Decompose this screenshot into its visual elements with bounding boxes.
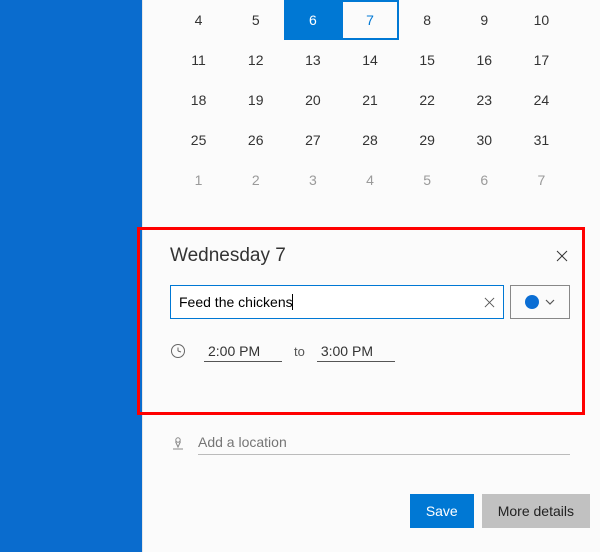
calendar-day[interactable]: 19 bbox=[227, 80, 284, 120]
calendar-day[interactable]: 7 bbox=[341, 0, 398, 40]
calendar-day[interactable]: 4 bbox=[341, 160, 398, 200]
calendar-day[interactable]: 27 bbox=[284, 120, 341, 160]
calendar-day[interactable]: 29 bbox=[399, 120, 456, 160]
calendar-day[interactable]: 2 bbox=[227, 160, 284, 200]
save-button[interactable]: Save bbox=[410, 494, 474, 528]
calendar-day[interactable]: 17 bbox=[513, 40, 570, 80]
event-title-input-wrap[interactable]: Feed the chickens bbox=[170, 285, 504, 319]
calendar-row: 11121314151617 bbox=[170, 40, 570, 80]
calendar-day[interactable]: 14 bbox=[341, 40, 398, 80]
calendar-day[interactable]: 6 bbox=[284, 0, 341, 40]
desktop-background bbox=[0, 0, 142, 552]
clock-icon bbox=[170, 343, 198, 359]
location-icon bbox=[170, 435, 198, 451]
color-swatch-icon bbox=[525, 295, 539, 309]
calendar-day[interactable]: 13 bbox=[284, 40, 341, 80]
calendar-day[interactable]: 31 bbox=[513, 120, 570, 160]
location-input[interactable] bbox=[198, 430, 570, 455]
calendar-row: 45678910 bbox=[170, 0, 570, 40]
event-time-row: 2:00 PM to 3:00 PM bbox=[170, 335, 570, 367]
calendar-row: 25262728293031 bbox=[170, 120, 570, 160]
action-button-row: Save More details bbox=[410, 494, 590, 528]
calendar-day[interactable]: 5 bbox=[227, 0, 284, 40]
text-caret bbox=[292, 294, 293, 310]
chevron-down-icon bbox=[545, 299, 555, 305]
calendar-day[interactable]: 9 bbox=[456, 0, 513, 40]
calendar-day[interactable]: 18 bbox=[170, 80, 227, 120]
calendar-day[interactable]: 20 bbox=[284, 80, 341, 120]
more-details-button[interactable]: More details bbox=[482, 494, 590, 528]
calendar-day[interactable]: 21 bbox=[341, 80, 398, 120]
event-date-label: Wednesday 7 bbox=[170, 245, 286, 267]
calendar-day[interactable]: 5 bbox=[399, 160, 456, 200]
event-title-row: Feed the chickens bbox=[170, 285, 570, 319]
calendar-row: 1234567 bbox=[170, 160, 570, 200]
calendar-day[interactable]: 28 bbox=[341, 120, 398, 160]
time-to-label: to bbox=[294, 344, 305, 359]
calendar-day[interactable]: 7 bbox=[513, 160, 570, 200]
calendar-day[interactable]: 24 bbox=[513, 80, 570, 120]
event-quick-create: Wednesday 7 Feed the chickens bbox=[170, 245, 570, 367]
calendar-day[interactable]: 16 bbox=[456, 40, 513, 80]
calendar-day[interactable]: 26 bbox=[227, 120, 284, 160]
calendar-day[interactable]: 12 bbox=[227, 40, 284, 80]
calendar-day[interactable]: 6 bbox=[456, 160, 513, 200]
start-time-input[interactable]: 2:00 PM bbox=[204, 341, 282, 362]
calendar-day[interactable]: 3 bbox=[284, 160, 341, 200]
clear-icon bbox=[484, 297, 495, 308]
calendar-day[interactable]: 25 bbox=[170, 120, 227, 160]
event-location-row bbox=[170, 430, 570, 455]
event-title-input: Feed the chickens bbox=[171, 294, 475, 310]
calendar-day[interactable]: 22 bbox=[399, 80, 456, 120]
calendar-day[interactable]: 4 bbox=[170, 0, 227, 40]
calendar-day[interactable]: 23 bbox=[456, 80, 513, 120]
event-title-value: Feed the chickens bbox=[179, 294, 293, 310]
calendar-row: 18192021222324 bbox=[170, 80, 570, 120]
calendar-flyout: 4567891011121314151617181920212223242526… bbox=[170, 0, 600, 552]
close-icon bbox=[556, 250, 568, 262]
calendar-day[interactable]: 11 bbox=[170, 40, 227, 80]
calendar-color-picker[interactable] bbox=[510, 285, 570, 319]
calendar-day[interactable]: 10 bbox=[513, 0, 570, 40]
close-button[interactable] bbox=[554, 248, 570, 264]
clear-title-button[interactable] bbox=[475, 297, 503, 308]
event-header: Wednesday 7 bbox=[170, 245, 570, 267]
end-time-input[interactable]: 3:00 PM bbox=[317, 341, 395, 362]
calendar-day[interactable]: 15 bbox=[399, 40, 456, 80]
app-root: 4567891011121314151617181920212223242526… bbox=[0, 0, 600, 552]
calendar-day[interactable]: 1 bbox=[170, 160, 227, 200]
calendar-day[interactable]: 30 bbox=[456, 120, 513, 160]
calendar-grid: 4567891011121314151617181920212223242526… bbox=[170, 0, 570, 200]
calendar-day[interactable]: 8 bbox=[399, 0, 456, 40]
